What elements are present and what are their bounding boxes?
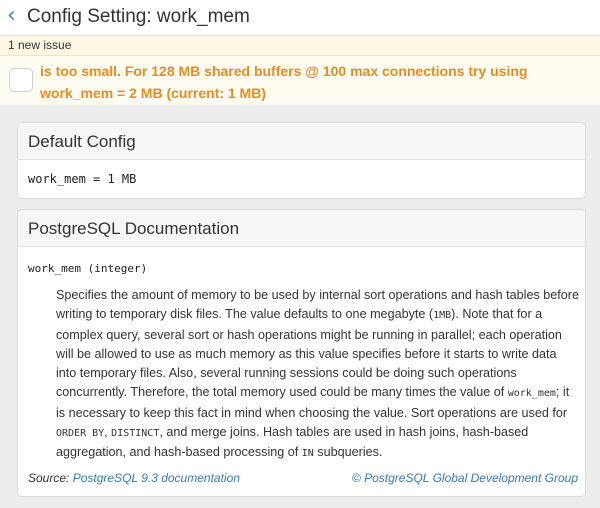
back-chevron-icon[interactable]: ‹ <box>7 5 16 27</box>
issues-count-banner: 1 new issue <box>0 36 600 56</box>
inline-code: ORDER BY <box>56 428 105 440</box>
copyright-link[interactable]: © PostgreSQL Global Development Group <box>352 470 578 486</box>
documentation-card: PostgreSQL Documentation work_mem (integ… <box>17 209 586 497</box>
page-header: ‹ Config Setting: work_mem <box>0 0 600 36</box>
issue-row: is too small. For 128 MB shared buffers … <box>0 56 600 106</box>
inline-code: work_mem <box>507 388 556 400</box>
doc-text-segment: subqueries. <box>313 445 383 460</box>
doc-description: Specifies the amount of memory to be use… <box>56 286 580 464</box>
inline-code: IN <box>301 448 314 460</box>
default-config-card: Default Config work_mem = 1 MB <box>17 122 586 199</box>
source-link[interactable]: PostgreSQL 9.3 documentation <box>73 471 240 485</box>
issue-checkbox[interactable] <box>9 68 33 92</box>
doc-footer: Source: PostgreSQL 9.3 documentation © P… <box>28 470 578 486</box>
source-label: Source: <box>28 471 70 485</box>
documentation-title: PostgreSQL Documentation <box>18 210 585 247</box>
doc-parameter-signature: work_mem (integer) <box>28 262 148 275</box>
issue-message: is too small. For 128 MB shared buffers … <box>40 63 528 101</box>
inline-code: 1MB <box>433 310 452 322</box>
default-config-value: work_mem = 1 MB <box>28 172 137 186</box>
page-title: Config Setting: work_mem <box>27 6 250 27</box>
inline-code: DISTINCT <box>111 428 160 440</box>
default-config-title: Default Config <box>18 123 585 160</box>
